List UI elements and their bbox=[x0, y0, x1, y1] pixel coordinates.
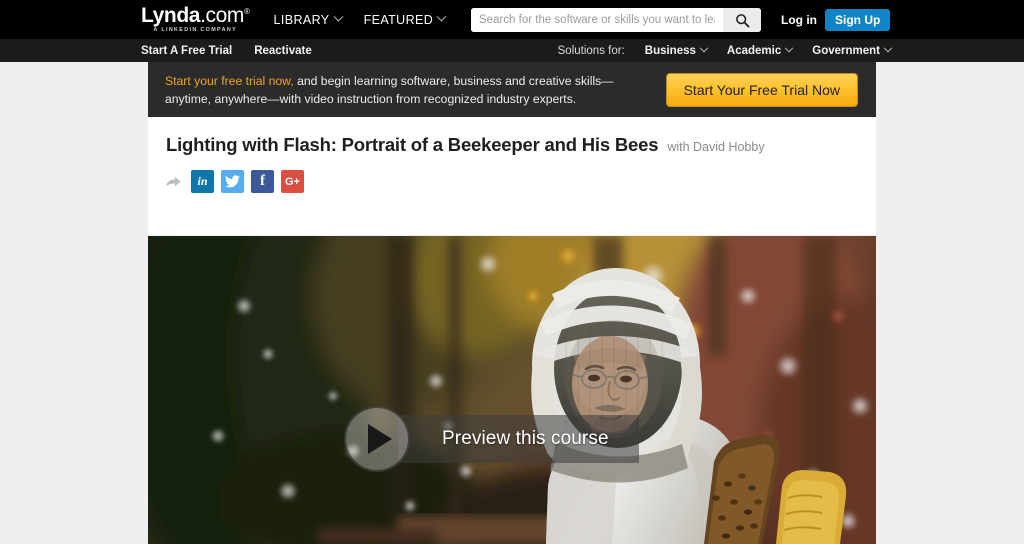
start-free-trial-link[interactable]: Start A Free Trial bbox=[141, 45, 232, 57]
chevron-down-icon bbox=[699, 43, 709, 52]
solutions-academic-label: Academic bbox=[726, 44, 782, 57]
search-box bbox=[471, 8, 761, 32]
search-input[interactable] bbox=[471, 8, 723, 32]
logo-subtitle: A LINKEDIN COMPANY bbox=[153, 27, 238, 34]
logo-domain-text: .com bbox=[200, 4, 244, 28]
signup-button[interactable]: Sign Up bbox=[825, 9, 891, 31]
login-link[interactable]: Log in bbox=[781, 13, 817, 27]
lynda-logo[interactable]: Lynda.com® A LINKEDIN COMPANY bbox=[141, 4, 250, 34]
secondary-nav-right: Solutions for: Business Academic Governm… bbox=[557, 43, 893, 57]
solutions-government-dropdown[interactable]: Government bbox=[812, 43, 893, 57]
facebook-icon: f bbox=[260, 173, 265, 189]
chevron-down-icon bbox=[883, 43, 893, 52]
reactivate-link[interactable]: Reactivate bbox=[254, 45, 312, 57]
course-title-row: Lighting with Flash: Portrait of a Beeke… bbox=[148, 117, 876, 156]
logo-wordmark: Lynda.com® bbox=[141, 4, 250, 28]
secondary-nav-left: Start A Free Trial Reactivate bbox=[141, 45, 312, 57]
promo-highlight-link[interactable]: Start your free trial now, bbox=[165, 74, 294, 88]
search-icon bbox=[735, 13, 749, 27]
preview-label-bar: Preview this course bbox=[398, 415, 639, 463]
chevron-down-icon bbox=[436, 11, 447, 22]
linkedin-icon: in bbox=[197, 174, 208, 188]
page-root: Lynda.com® A LINKEDIN COMPANY LIBRARY FE… bbox=[0, 0, 1024, 544]
share-arrow-icon[interactable] bbox=[164, 172, 184, 192]
chevron-down-icon bbox=[333, 11, 344, 22]
share-facebook-button[interactable]: f bbox=[251, 170, 274, 193]
promo-banner: Start your free trial now, and begin lea… bbox=[148, 62, 876, 117]
search-button[interactable] bbox=[723, 8, 761, 32]
video-preview[interactable]: Preview this course bbox=[148, 236, 876, 544]
play-icon bbox=[368, 424, 392, 454]
nav-item-library[interactable]: LIBRARY bbox=[273, 11, 344, 27]
page-title: Lighting with Flash: Portrait of a Beeke… bbox=[166, 134, 659, 155]
start-free-trial-button[interactable]: Start Your Free Trial Now bbox=[665, 73, 858, 107]
video-thumbnail-image bbox=[148, 236, 876, 544]
logo-main-text: Lynda bbox=[141, 4, 201, 28]
top-header-bar: Lynda.com® A LINKEDIN COMPANY LIBRARY FE… bbox=[0, 0, 1024, 39]
main-nav: LIBRARY FEATURED bbox=[273, 11, 447, 27]
preview-course-label: Preview this course bbox=[442, 428, 609, 449]
nav-item-featured[interactable]: FEATURED bbox=[363, 11, 447, 27]
solutions-business-dropdown[interactable]: Business bbox=[644, 43, 709, 57]
chevron-down-icon bbox=[785, 43, 794, 52]
solutions-business-label: Business bbox=[644, 44, 696, 57]
play-overlay[interactable]: Preview this course bbox=[344, 406, 639, 472]
share-twitter-button[interactable] bbox=[221, 170, 244, 193]
twitter-icon bbox=[225, 175, 240, 188]
promo-text: Start your free trial now, and begin lea… bbox=[165, 72, 655, 108]
solutions-academic-dropdown[interactable]: Academic bbox=[726, 43, 794, 57]
play-button[interactable] bbox=[344, 406, 410, 472]
secondary-nav-bar: Start A Free Trial Reactivate Solutions … bbox=[0, 39, 1024, 62]
nav-item-library-label: LIBRARY bbox=[273, 12, 330, 27]
solutions-government-label: Government bbox=[812, 44, 880, 57]
course-info-card: Lighting with Flash: Portrait of a Beeke… bbox=[148, 117, 876, 235]
course-author[interactable]: with David Hobby bbox=[667, 140, 764, 154]
googleplus-icon: G+ bbox=[285, 175, 300, 188]
logo-registered-mark: ® bbox=[243, 7, 250, 17]
share-row: in f G+ bbox=[148, 156, 876, 193]
share-googleplus-button[interactable]: G+ bbox=[281, 170, 304, 193]
nav-item-featured-label: FEATURED bbox=[363, 12, 434, 27]
share-linkedin-button[interactable]: in bbox=[191, 170, 214, 193]
solutions-for-label: Solutions for: bbox=[557, 44, 625, 57]
